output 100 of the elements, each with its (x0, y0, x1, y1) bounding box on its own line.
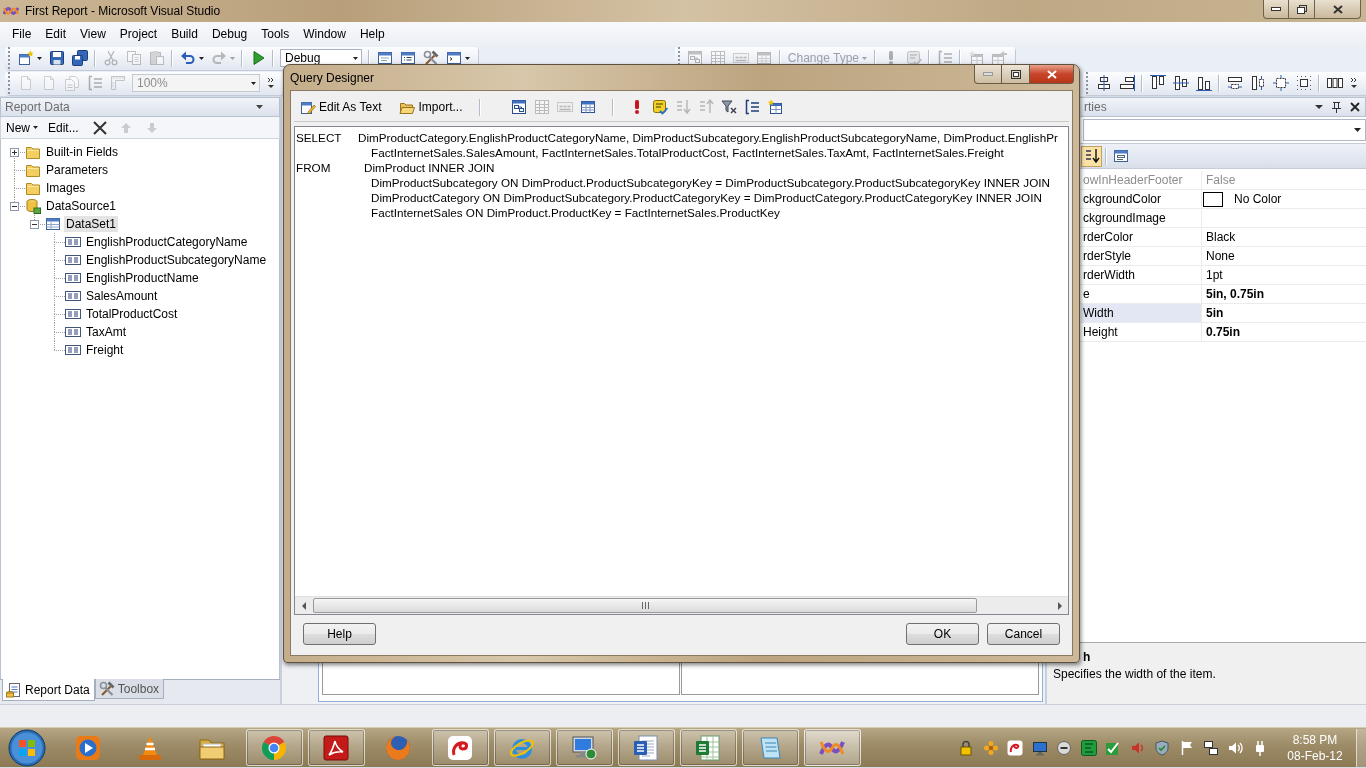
collapse-icon[interactable] (10, 202, 19, 211)
close-button[interactable] (1315, 0, 1361, 19)
overflow-icon[interactable] (1349, 77, 1358, 89)
tree-item[interactable]: Images (44, 180, 88, 196)
tree-item[interactable]: TaxAmt (84, 324, 128, 340)
ok-button[interactable]: OK (906, 623, 979, 645)
shield-icon[interactable] (1154, 739, 1170, 756)
panel-tab[interactable]: Report Data (2, 679, 95, 701)
tree-item[interactable]: EnglishProductCategoryName (84, 234, 250, 250)
tree-item[interactable]: EnglishProductSubcategoryName (84, 252, 269, 268)
same-size-icon[interactable] (1272, 75, 1289, 91)
toolbar-button[interactable]: Import... (395, 97, 467, 117)
taskbar-button[interactable] (803, 729, 861, 766)
menu-item[interactable]: Build (164, 24, 205, 44)
funnel-icon[interactable] (721, 99, 737, 115)
taskbar-button[interactable] (245, 729, 303, 766)
save-all-icon[interactable] (71, 50, 88, 66)
property-name[interactable]: ckgroundImage (1081, 209, 1202, 227)
property-name[interactable]: rderColor (1081, 228, 1202, 246)
align-top-icon[interactable] (1149, 75, 1166, 91)
property-value[interactable]: Black (1203, 230, 1236, 244)
tree-item[interactable]: DataSet1 (64, 216, 119, 232)
caret-icon[interactable] (256, 105, 263, 109)
caret-icon[interactable] (1315, 105, 1323, 109)
property-value[interactable]: 0.75in (1203, 325, 1241, 339)
taskbar-button[interactable] (741, 729, 799, 766)
window-list-icon[interactable] (399, 50, 416, 66)
help-button[interactable]: Help (303, 623, 376, 645)
undo-icon[interactable] (179, 50, 196, 66)
tree-item[interactable]: Parameters (44, 162, 111, 178)
bracket-list-icon[interactable] (744, 99, 760, 115)
caret-icon[interactable] (36, 56, 42, 60)
menu-item[interactable]: File (5, 24, 39, 44)
collapse-icon[interactable] (30, 220, 39, 229)
diagram-pane-icon[interactable] (511, 99, 527, 115)
new-project-icon[interactable] (17, 50, 34, 66)
menu-item[interactable]: Help (352, 24, 392, 44)
tree-item[interactable]: Freight (84, 342, 126, 358)
property-name[interactable]: rderWidth (1081, 266, 1202, 284)
property-name[interactable]: ckgroundColor (1081, 190, 1202, 208)
property-value[interactable]: 5in, 0.75in (1203, 287, 1265, 301)
table-icon[interactable] (580, 99, 596, 115)
delete-icon[interactable] (91, 119, 108, 136)
align-right-icon[interactable] (1118, 75, 1135, 91)
tree-item[interactable]: SalesAmount (84, 288, 160, 304)
right-arrow-icon[interactable] (1057, 601, 1062, 610)
property-value[interactable]: No Color (1231, 192, 1282, 206)
network-icon[interactable] (1203, 739, 1219, 756)
tile-icon[interactable] (1080, 739, 1097, 756)
property-name[interactable]: e (1081, 285, 1202, 303)
taskbar-button[interactable] (431, 729, 489, 766)
taskbar-button[interactable] (493, 729, 551, 766)
lock-icon[interactable] (958, 739, 974, 756)
add-table-icon[interactable] (767, 99, 783, 115)
property-name[interactable]: rderStyle (1081, 247, 1202, 265)
align-middle-icon[interactable] (1172, 75, 1189, 91)
sql-editor-field[interactable] (294, 126, 1069, 615)
left-arrow-icon[interactable] (301, 601, 306, 610)
console-icon[interactable] (445, 50, 462, 66)
caret-icon[interactable] (198, 56, 204, 60)
close-icon[interactable] (1350, 102, 1360, 112)
check-tile-icon[interactable] (652, 99, 668, 115)
property-value[interactable]: 5in (1203, 306, 1224, 320)
panel-tab[interactable]: Toolbox (94, 679, 165, 699)
minus-circle-icon[interactable] (1056, 739, 1072, 756)
swirl-icon[interactable] (1007, 739, 1023, 756)
taskbar-button[interactable] (617, 729, 675, 766)
property-name[interactable]: Height (1081, 323, 1202, 341)
taskbar-button[interactable] (555, 729, 613, 766)
menu-item[interactable]: Debug (204, 24, 255, 44)
restore-button[interactable] (1289, 0, 1315, 19)
save-icon[interactable] (48, 50, 65, 66)
expand-icon[interactable] (10, 148, 19, 157)
horizontal-scrollbar[interactable] (295, 596, 1068, 614)
size-grid-icon[interactable] (1295, 75, 1312, 91)
taskbar-button[interactable] (307, 729, 365, 766)
tree-item[interactable]: DataSource1 (44, 198, 119, 214)
cancel-button[interactable]: Cancel (987, 623, 1060, 645)
maximize-button[interactable] (1002, 65, 1030, 84)
property-value[interactable]: 1pt (1203, 268, 1223, 282)
menu-item[interactable]: Project (112, 24, 165, 44)
tools-icon[interactable] (422, 50, 439, 66)
property-value[interactable]: None (1203, 249, 1235, 263)
tree-item[interactable]: EnglishProductName (84, 270, 201, 286)
align-center-icon[interactable] (1095, 75, 1112, 91)
menu-item[interactable]: View (73, 24, 113, 44)
monitor-icon[interactable] (1031, 739, 1048, 756)
menu-item[interactable]: Tools (254, 24, 297, 44)
tree-item[interactable]: TotalProductCost (84, 306, 180, 322)
same-height-icon[interactable] (1249, 75, 1266, 91)
caret-icon[interactable] (464, 56, 470, 60)
toolbar-button[interactable]: Edit... (44, 117, 83, 138)
close-button[interactable] (1030, 65, 1074, 84)
minimize-button[interactable] (1263, 0, 1289, 19)
toolbar-button[interactable]: Edit As Text (296, 97, 386, 117)
window-icon[interactable] (376, 50, 393, 66)
taskbar-button[interactable] (679, 729, 737, 766)
toggle-button[interactable] (1081, 145, 1102, 167)
spacing-icon[interactable] (1326, 75, 1343, 91)
align-bottom-icon[interactable] (1195, 75, 1212, 91)
